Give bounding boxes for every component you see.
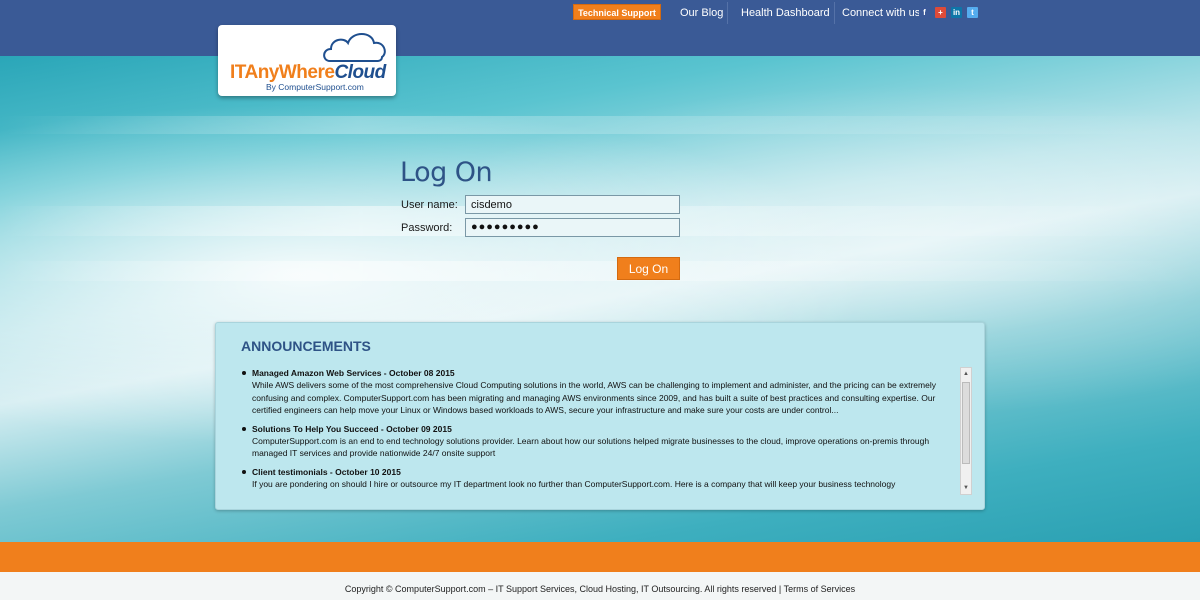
footer: Copyright © ComputerSupport.com – IT Sup… <box>0 572 1200 600</box>
announcement-body: If you are pondering on should I hire or… <box>252 478 896 489</box>
login-title: Log On <box>400 157 493 188</box>
announcements-scrollbar[interactable]: ▲ ▼ <box>960 367 972 495</box>
scroll-thumb[interactable] <box>962 382 970 464</box>
facebook-icon[interactable]: f <box>919 7 930 18</box>
hero-streak <box>0 261 1200 281</box>
list-item: Client testimonials - October 10 2015 If… <box>242 466 952 491</box>
health-dashboard-link[interactable]: Health Dashboard <box>741 6 830 20</box>
logo-brand-cloud: Cloud <box>334 62 386 83</box>
nav-divider <box>834 2 835 24</box>
announcement-heading[interactable]: Managed Amazon Web Services - October 08… <box>242 367 952 379</box>
logo-subtitle: By ComputerSupport.com <box>266 82 364 92</box>
top-navbar: Technical Support Our Blog Health Dashbo… <box>0 0 1200 56</box>
our-blog-link[interactable]: Our Blog <box>680 6 723 20</box>
announcement-body: ComputerSupport.com is an end to end tec… <box>252 435 930 459</box>
announcements-panel: ANNOUNCEMENTS Managed Amazon Web Service… <box>215 322 985 510</box>
footer-band <box>0 542 1200 572</box>
footer-copyright: Copyright © ComputerSupport.com – IT Sup… <box>344 584 856 594</box>
connect-label: Connect with us <box>842 7 921 19</box>
linkedin-icon[interactable]: in <box>951 7 962 18</box>
site-logo[interactable]: ITAnyWhereCloud By ComputerSupport.com <box>218 25 396 96</box>
announcement-body: While AWS delivers some of the most comp… <box>252 380 936 415</box>
username-label: User name: <box>401 199 458 211</box>
technical-support-button[interactable]: Technical Support <box>573 4 661 20</box>
cloud-icon <box>323 33 386 62</box>
list-item: Solutions To Help You Succeed - October … <box>242 423 952 460</box>
logo-brand-it: ITAnyWhere <box>230 62 335 83</box>
password-input[interactable]: ●●●●●●●●● <box>465 218 680 237</box>
announcement-heading[interactable]: Solutions To Help You Succeed - October … <box>242 423 952 435</box>
logo-wordmark: ITAnyWhereCloud <box>230 63 386 83</box>
list-item: Managed Amazon Web Services - October 08… <box>242 367 952 417</box>
log-on-button[interactable]: Log On <box>617 257 680 280</box>
scroll-up-icon[interactable]: ▲ <box>961 368 971 380</box>
announcements-list[interactable]: Managed Amazon Web Services - October 08… <box>242 367 952 497</box>
nav-divider <box>727 2 728 24</box>
twitter-icon[interactable]: t <box>967 7 978 18</box>
password-label: Password: <box>401 222 453 234</box>
hero-streak <box>0 116 1200 134</box>
google-plus-icon[interactable]: + <box>935 7 946 18</box>
scroll-down-icon[interactable]: ▼ <box>961 482 971 494</box>
username-input[interactable] <box>465 195 680 214</box>
announcement-heading[interactable]: Client testimonials - October 10 2015 <box>242 466 952 478</box>
announcements-title: ANNOUNCEMENTS <box>241 338 371 354</box>
